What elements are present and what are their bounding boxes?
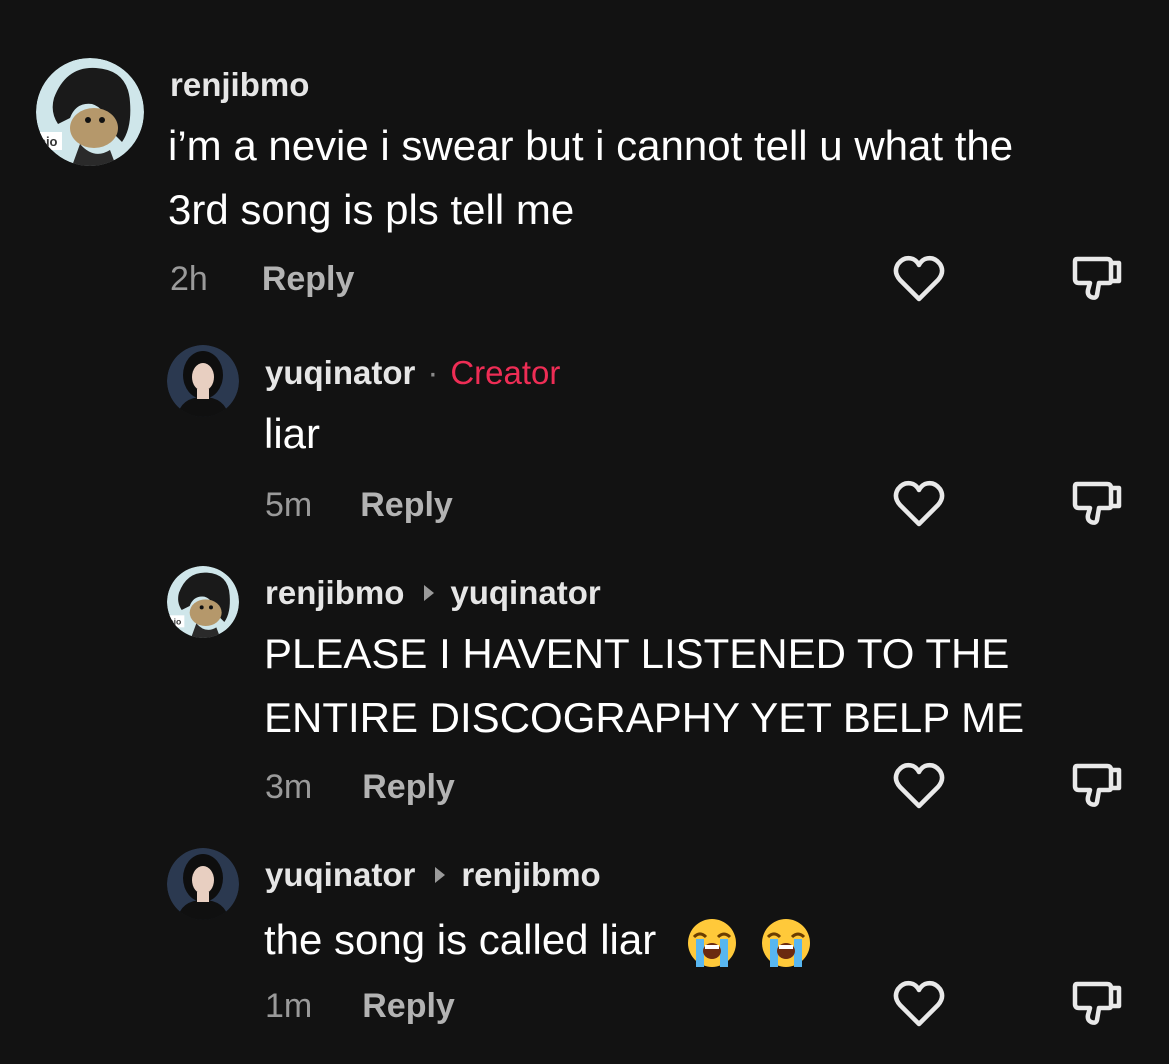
comment-text: PLEASE I HAVENT LISTENED TO THE ENTIRE D… [264,622,1024,750]
comment-text-line: liar [264,410,321,457]
reply-button[interactable]: Reply [262,260,355,299]
separator-dot: · [427,354,439,391]
reply-arrow-icon [424,585,435,601]
username[interactable]: yuqinator [265,856,415,894]
heart-outline-icon[interactable] [893,480,945,528]
reply-button[interactable]: Reply [362,768,455,807]
reply-button[interactable]: Reply [362,987,455,1026]
comment-author[interactable]: yuqinator renjibmo [265,856,601,894]
comment-text-line: 3rd song is pls tell me [168,186,575,233]
timestamp: 3m [265,768,313,806]
comment-author[interactable]: renjibmo [170,66,309,104]
comment-meta: 3m Reply [265,768,455,807]
username[interactable]: renjibmo [170,66,309,104]
thumbs-down-outline-icon[interactable] [1071,978,1123,1026]
reply-to-username[interactable]: yuqinator [450,574,600,612]
reply-button[interactable]: Reply [360,486,453,525]
comment-text: the song is called liar [264,908,812,972]
loudly-crying-face-icon [760,917,812,969]
comment-text-line: ENTIRE DISCOGRAPHY YET BELP ME [264,694,1025,741]
thumbs-down-outline-icon[interactable] [1071,253,1123,301]
comment-meta: 5m Reply [265,486,453,525]
timestamp: 2h [170,260,208,298]
thumbs-down-outline-icon[interactable] [1071,760,1123,808]
avatar-renjibmo[interactable]: ojo [167,566,239,638]
username[interactable]: yuqinator [265,354,415,392]
comment-meta: 2h Reply [170,260,354,299]
comment-text: liar [264,402,320,466]
comment-author[interactable]: yuqinator · Creator [265,354,560,392]
timestamp: 5m [265,486,313,524]
reply-arrow-icon [435,867,446,883]
avatar-tag: ojo [38,134,58,149]
heart-outline-icon[interactable] [893,255,945,303]
loudly-crying-face-icon [686,917,738,969]
creator-badge: Creator [450,354,561,391]
avatar-renjibmo[interactable]: ojo [36,58,144,166]
username[interactable]: renjibmo [265,574,404,612]
avatar-yuqinator[interactable] [167,848,239,920]
heart-outline-icon[interactable] [893,980,945,1028]
thumbs-down-outline-icon[interactable] [1071,478,1123,526]
comment-text-line: i’m a nevie i swear but i cannot tell u … [168,122,1014,169]
avatar-yuqinator[interactable] [167,345,239,417]
heart-outline-icon[interactable] [893,762,945,810]
comment-text-line: the song is called liar [264,916,657,963]
comment-author[interactable]: renjibmo yuqinator [265,574,601,612]
comment-text-line: PLEASE I HAVENT LISTENED TO THE [264,630,1010,677]
comment-meta: 1m Reply [265,987,455,1026]
avatar-tag: ojo [168,617,181,627]
comment-text: i’m a nevie i swear but i cannot tell u … [168,114,1013,242]
timestamp: 1m [265,987,313,1025]
reply-to-username[interactable]: renjibmo [461,856,600,894]
